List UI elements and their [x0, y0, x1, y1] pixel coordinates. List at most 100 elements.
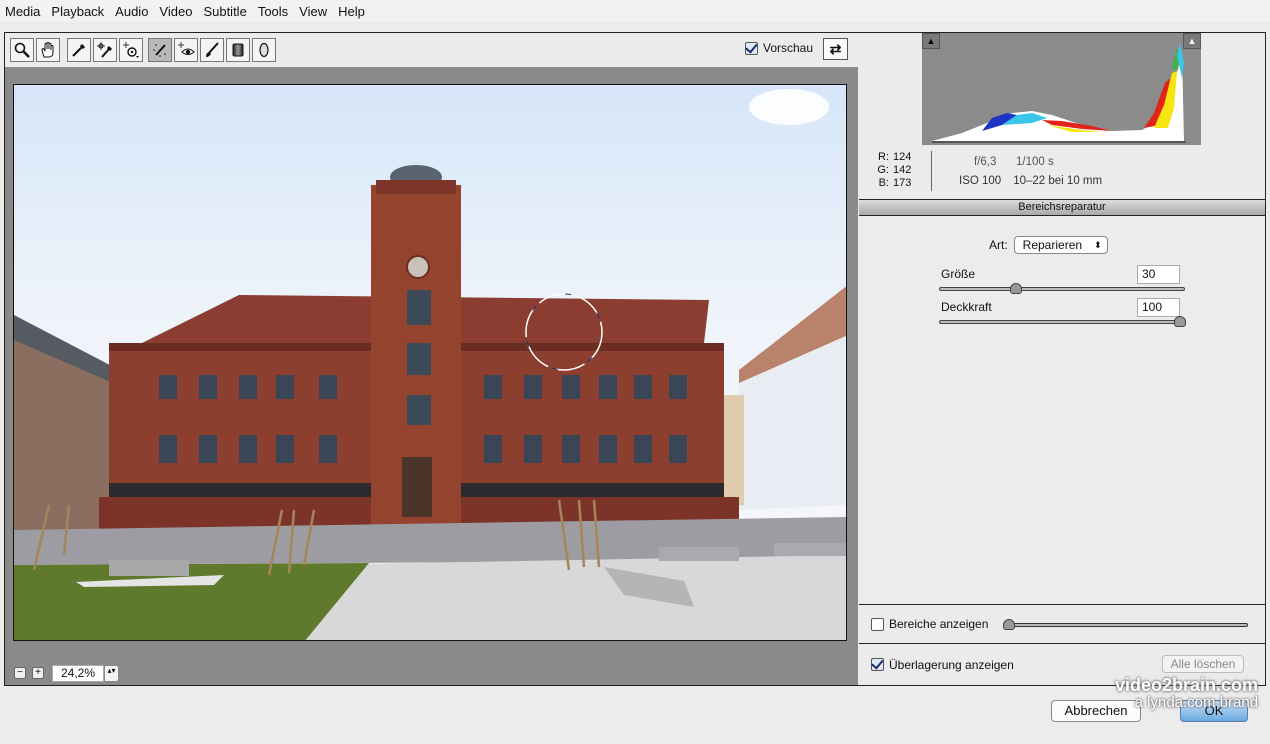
preview-checkbox[interactable]	[745, 41, 758, 55]
show-overlay-checkbox[interactable]	[871, 658, 884, 671]
facade-window	[634, 375, 652, 399]
facade-window	[599, 435, 617, 463]
entrance-door	[402, 457, 432, 517]
show-overlay-label: Überlagerung anzeigen	[889, 657, 1014, 672]
facade-window	[524, 435, 542, 463]
zoom-level-dropdown[interactable]: ▴▾	[104, 664, 119, 682]
watermark-line2: a lynda.com brand	[1134, 694, 1259, 711]
menu-tools[interactable]: Tools	[255, 4, 296, 19]
graduated-filter-icon	[232, 43, 244, 57]
facade-window	[669, 375, 687, 399]
watermark-line1: video2brain.com	[1115, 675, 1259, 695]
clear-all-button[interactable]: Alle löschen	[1162, 655, 1244, 673]
readout-divider	[931, 151, 932, 191]
size-label: Größe	[941, 267, 976, 281]
shadow-clipping-button[interactable]: ▲	[922, 33, 940, 49]
sampling-tools-group	[67, 38, 145, 62]
facade-window	[239, 435, 257, 463]
size-slider-thumb[interactable]	[1010, 283, 1023, 294]
histogram: ▲ ▲	[922, 33, 1201, 145]
eyedropper-icon	[72, 43, 86, 57]
b-label: B:	[878, 177, 889, 189]
facade-window	[599, 375, 617, 399]
type-row: Art: Reparieren	[989, 236, 1108, 254]
radial-filter-tool-button[interactable]	[252, 38, 276, 62]
white-balance-tool-button[interactable]	[67, 38, 91, 62]
hand-icon	[41, 41, 54, 58]
panel-title: Bereichsreparatur	[859, 199, 1265, 216]
type-label: Art:	[989, 238, 1008, 252]
type-select[interactable]: Reparieren	[1013, 236, 1108, 254]
tower-top	[376, 180, 456, 194]
menu-bar: Media Playback Audio Video Subtitle Tool…	[0, 0, 1270, 22]
swap-arrows-icon: ⇄	[829, 40, 842, 57]
image-canvas	[5, 67, 858, 661]
iso: ISO 100	[959, 175, 1002, 187]
graduated-filter-tool-button[interactable]	[226, 38, 250, 62]
image-pane: Vorschau ⇄ − + 24,2% ▴▾	[5, 33, 858, 685]
zoom-out-button[interactable]: −	[14, 667, 26, 679]
spot-removal-tool-button[interactable]	[148, 38, 172, 62]
opacity-label: Deckkraft	[941, 300, 992, 314]
menu-media[interactable]: Media	[2, 4, 48, 19]
tower-window	[407, 343, 431, 375]
aperture: f/6,3	[974, 156, 997, 168]
spot-removal-panel: Art: Reparieren Größe 30 Deckkraft 100	[859, 216, 1265, 604]
show-areas-checkbox[interactable]	[871, 617, 884, 631]
facade-window	[239, 375, 257, 399]
opacity-slider-thumb[interactable]	[1174, 316, 1186, 327]
facade-window	[562, 375, 580, 399]
watermark: video2brain.com a lynda.com brand	[1115, 676, 1258, 712]
triangle-up-icon: ▲	[1187, 36, 1197, 46]
brush-icon	[206, 42, 219, 57]
facade-window	[276, 375, 294, 399]
facade-window	[319, 435, 337, 463]
camera-raw-dialog: Vorschau ⇄ − + 24,2% ▴▾ ▲ ▲ R: 124 G: 14…	[4, 32, 1266, 686]
lens-info: 10–22 bei 10 mm	[1013, 175, 1103, 187]
zoom-tool-button[interactable]	[10, 38, 34, 62]
exif-info: f/6,3 1/100 s ISO 100 10–22 bei 10 mm	[959, 153, 1102, 191]
menu-subtitle[interactable]: Subtitle	[200, 4, 254, 19]
facade-window	[319, 375, 337, 399]
color-sampler-tool-button[interactable]	[93, 38, 117, 62]
radial-filter-icon	[259, 42, 269, 58]
spot-removal-brush-icon	[153, 44, 166, 57]
bench	[774, 543, 846, 556]
facade-window	[562, 435, 580, 463]
size-input[interactable]: 30	[1137, 265, 1180, 284]
tower-window	[407, 395, 431, 425]
show-areas-slider-thumb[interactable]	[1003, 619, 1015, 630]
building-photo	[14, 89, 846, 640]
opacity-input[interactable]: 100	[1137, 298, 1180, 317]
menu-playback[interactable]: Playback	[48, 4, 112, 19]
targeted-adjustment-tool-button[interactable]	[119, 38, 143, 62]
preview-toggle[interactable]: Vorschau	[745, 41, 813, 55]
triangle-up-icon: ▲	[926, 36, 936, 46]
g-label: G:	[877, 164, 889, 176]
shutter-speed: 1/100 s	[1016, 156, 1054, 168]
facade-window	[159, 375, 177, 399]
color-sampler-icon	[97, 42, 113, 58]
menu-help[interactable]: Help	[335, 4, 373, 19]
adjustment-brush-tool-button[interactable]	[200, 38, 224, 62]
zoom-in-button[interactable]: +	[32, 667, 44, 679]
zoom-level-field[interactable]: 24,2%	[52, 664, 104, 682]
menu-audio[interactable]: Audio	[112, 4, 156, 19]
tool-bar: Vorschau ⇄	[5, 33, 858, 67]
facade-window	[159, 435, 177, 463]
red-eye-tool-button[interactable]	[174, 38, 198, 62]
menu-video[interactable]: Video	[156, 4, 200, 19]
red-eye-icon	[178, 42, 195, 55]
highlight-clipping-button[interactable]: ▲	[1183, 33, 1201, 49]
menu-view[interactable]: View	[296, 4, 335, 19]
show-areas-row: Bereiche anzeigen	[859, 604, 1265, 644]
r-label: R:	[878, 151, 889, 163]
cloud	[749, 89, 829, 125]
photo-preview[interactable]	[13, 84, 847, 641]
hand-tool-button[interactable]	[36, 38, 60, 62]
facade-window	[524, 375, 542, 399]
opacity-slider[interactable]	[939, 316, 1186, 327]
size-slider[interactable]	[939, 283, 1185, 294]
show-areas-slider[interactable]	[1003, 619, 1248, 630]
swap-preview-button[interactable]: ⇄	[823, 38, 848, 60]
